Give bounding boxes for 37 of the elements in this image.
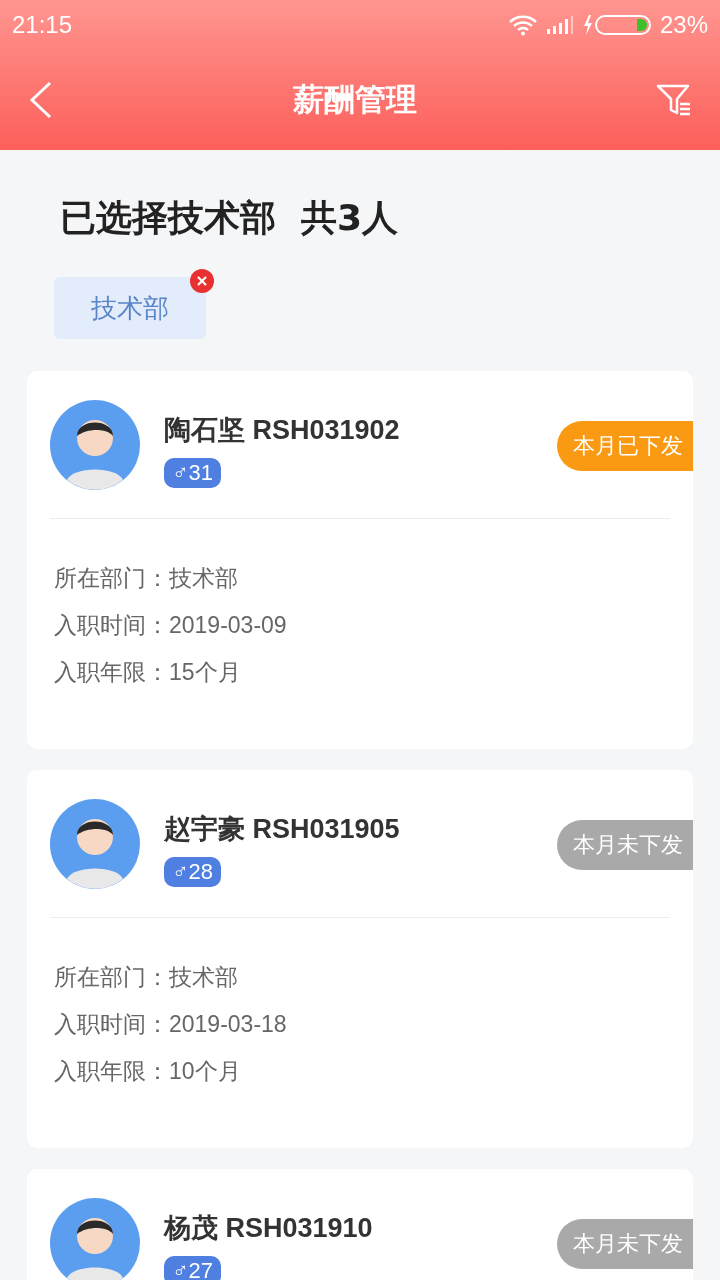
employee-name: 杨茂 RSH031910 bbox=[164, 1212, 373, 1245]
gender-age-badge: ♂28 bbox=[164, 857, 221, 887]
field-value: 2019-03-18 bbox=[169, 1011, 287, 1037]
field-value: 技术部 bbox=[169, 964, 238, 990]
field-label: 入职时间： bbox=[54, 612, 169, 638]
field-value: 15个月 bbox=[169, 659, 241, 685]
gender-age-badge: ♂31 bbox=[164, 458, 221, 488]
field-label: 入职年限： bbox=[54, 1058, 169, 1084]
employee-name: 赵宇豪 RSH031905 bbox=[164, 813, 400, 846]
battery-percent: 23% bbox=[659, 11, 708, 39]
salary-status-badge: 本月已下发 bbox=[557, 421, 693, 471]
salary-status-badge: 本月未下发 bbox=[557, 1219, 693, 1269]
filter-icon[interactable] bbox=[656, 82, 692, 118]
avatar-icon bbox=[50, 1198, 140, 1280]
avatar-icon bbox=[50, 400, 140, 490]
wifi-icon bbox=[507, 14, 538, 36]
field-label: 入职年限： bbox=[54, 659, 169, 685]
avatar-icon bbox=[50, 799, 140, 889]
status-time: 21:15 bbox=[12, 11, 73, 39]
employee-card[interactable]: 赵宇豪 RSH031905 ♂28 本月未下发 所在部门：技术部 入职时间：2019-03-18 入职年限：10个月 bbox=[27, 770, 693, 1148]
employee-card[interactable]: 杨茂 RSH031910 ♂27 本月未下发 bbox=[27, 1169, 693, 1280]
employee-name: 陶石坚 RSH031902 bbox=[164, 414, 400, 447]
back-icon[interactable] bbox=[28, 80, 54, 120]
field-label: 所在部门： bbox=[54, 565, 169, 591]
employee-card[interactable]: 陶石坚 RSH031902 ♂31 本月已下发 所在部门：技术部 入职时间：2019-03-09 入职年限：15个月 bbox=[27, 371, 693, 749]
charging-battery-icon bbox=[581, 14, 652, 36]
field-label: 所在部门： bbox=[54, 964, 169, 990]
field-value: 2019-03-09 bbox=[169, 612, 287, 638]
remove-icon[interactable] bbox=[190, 269, 214, 293]
field-value: 技术部 bbox=[169, 565, 238, 591]
field-value: 10个月 bbox=[169, 1058, 241, 1084]
field-label: 入职时间： bbox=[54, 1011, 169, 1037]
salary-status-badge: 本月未下发 bbox=[557, 820, 693, 870]
signal-icon bbox=[545, 15, 574, 35]
gender-age-badge: ♂27 bbox=[164, 1256, 221, 1280]
page-title: 薪酬管理 bbox=[293, 80, 417, 119]
selection-summary: 已选择技术部 共3人 bbox=[59, 196, 400, 240]
